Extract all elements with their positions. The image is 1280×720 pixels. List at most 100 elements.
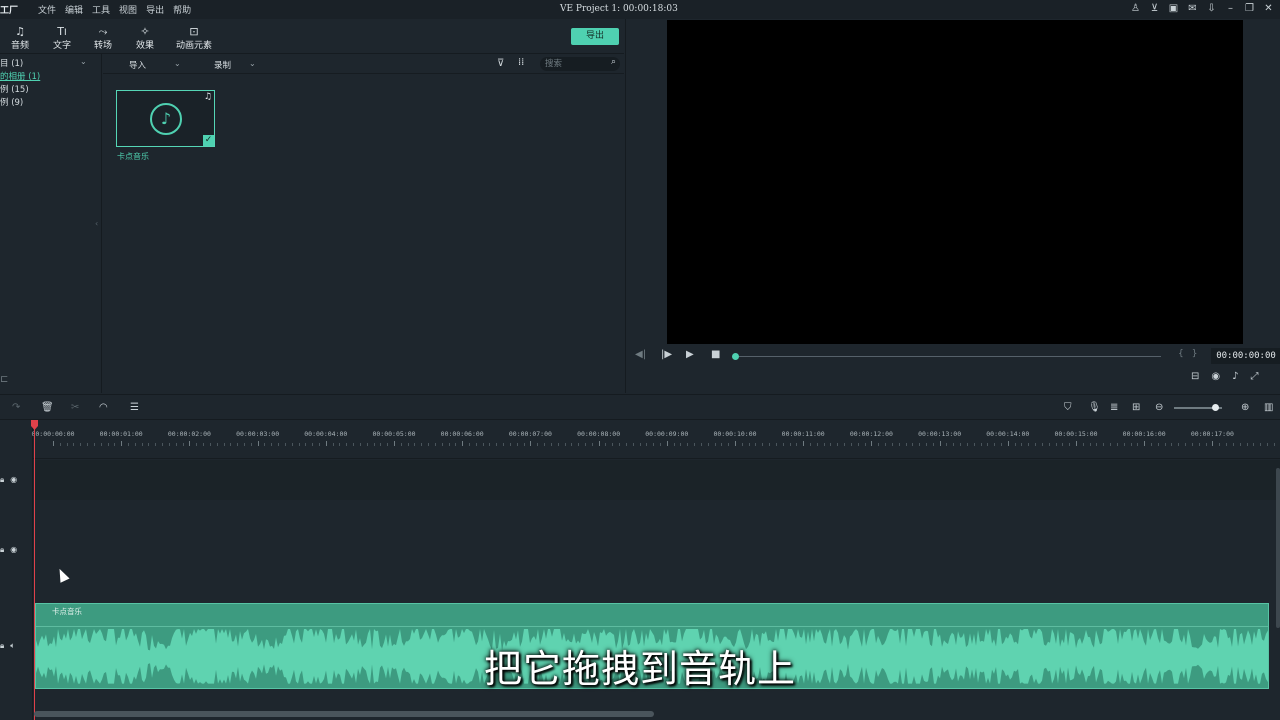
menu-edit[interactable]: 编辑 xyxy=(65,3,83,16)
search-input[interactable] xyxy=(545,58,605,70)
export-button[interactable]: 导出 xyxy=(571,28,619,45)
tree-item-album[interactable]: 的相册 (1) xyxy=(0,70,40,82)
zoom-knob[interactable] xyxy=(1211,404,1219,411)
ruler-minor-tick xyxy=(1137,443,1139,446)
ruler-major-tick xyxy=(462,441,464,446)
library-tree: 目 (1) 的相册 (1) 例 (15) 例 (9) ⌄ ⊏ xyxy=(0,54,102,393)
delete-icon[interactable]: 🗑 xyxy=(41,402,54,413)
ruler-label: 00:00:11:00 xyxy=(781,430,825,438)
mail-icon[interactable]: ✉ xyxy=(1187,2,1198,15)
cut-icon[interactable]: ✂ xyxy=(71,402,79,413)
progress-slider[interactable] xyxy=(736,356,1161,357)
ruler-minor-tick xyxy=(1273,443,1275,446)
ruler-minor-tick xyxy=(1028,443,1030,446)
next-frame-icon[interactable]: |▶ xyxy=(661,349,672,360)
tab-text[interactable]: TI 文字 xyxy=(50,25,74,51)
close-icon[interactable]: ✕ xyxy=(1263,2,1274,15)
fullscreen-icon[interactable]: ⤢ xyxy=(1251,371,1259,382)
folder-add-icon[interactable]: ⊏ xyxy=(0,374,8,385)
speed-icon[interactable]: ◠ xyxy=(99,402,108,413)
chevron-down-icon[interactable]: ⌄ xyxy=(249,59,256,68)
volume-icon[interactable]: ♪ xyxy=(1232,371,1238,382)
save-icon[interactable]: ▣ xyxy=(1168,2,1179,15)
chevron-down-icon[interactable]: ⌄ xyxy=(80,57,87,66)
fit-timeline-icon[interactable]: ⊞ xyxy=(1132,402,1140,413)
ruler-minor-tick xyxy=(1089,443,1091,446)
ruler-minor-tick xyxy=(434,443,436,446)
filter-icon[interactable]: ⊽ xyxy=(497,58,504,69)
menu-export[interactable]: 导出 xyxy=(146,3,164,16)
ruler-minor-tick xyxy=(864,443,866,446)
grid-view-icon[interactable]: ⁞⁞ xyxy=(518,57,524,68)
eye-icon[interactable]: ◉ xyxy=(10,475,17,485)
progress-knob[interactable] xyxy=(732,353,739,360)
ruler-minor-tick xyxy=(728,443,730,446)
microphone-icon[interactable]: 🎙 xyxy=(1088,402,1101,413)
ruler-major-tick xyxy=(394,441,395,446)
ruler-minor-tick xyxy=(810,443,812,446)
ruler-minor-tick xyxy=(564,443,566,446)
record-dropdown[interactable]: 录制 xyxy=(214,59,231,71)
chevron-down-icon[interactable]: ⌄ xyxy=(174,59,181,68)
ruler-minor-tick xyxy=(1000,443,1002,446)
menu-view[interactable]: 视图 xyxy=(119,3,137,16)
menu-help[interactable]: 帮助 xyxy=(173,3,191,16)
tree-item-sample-1[interactable]: 例 (15) xyxy=(0,83,29,95)
video-track-1[interactable] xyxy=(34,460,1280,500)
eye-icon[interactable]: ◉ xyxy=(10,545,17,555)
minimize-icon[interactable]: – xyxy=(1225,2,1236,15)
download-icon[interactable]: ⇩ xyxy=(1206,2,1217,15)
lock-icon[interactable]: 🔒︎ xyxy=(0,545,4,555)
title-bar: 工厂 文件 编辑 工具 视图 导出 帮助 VE Project 1: 00:00… xyxy=(0,0,1280,19)
ruler-label: 00:00:12:00 xyxy=(849,430,893,438)
cart-icon[interactable]: ⊻ xyxy=(1149,2,1160,15)
ruler-minor-tick xyxy=(557,443,559,446)
tab-audio[interactable]: ♫ 音频 xyxy=(8,25,32,51)
lock-icon[interactable]: 🔒︎ xyxy=(0,475,4,485)
tab-transition[interactable]: ⤳ 转场 xyxy=(91,25,115,51)
redo-icon[interactable]: ↷ xyxy=(12,402,20,413)
ruler-minor-tick xyxy=(1041,443,1043,446)
panel-icon[interactable]: ▥ xyxy=(1264,402,1273,413)
timeline-ruler[interactable]: 00:00:00:00 00:00:01:00 00:00:02:00 00:00:0… xyxy=(31,421,1280,459)
ruler-minor-tick xyxy=(243,443,245,446)
mark-in-out-icon[interactable]: {} xyxy=(1178,349,1205,359)
tab-effects[interactable]: ✧ 效果 xyxy=(133,25,157,51)
ruler-minor-tick xyxy=(455,443,457,446)
collapse-handle-icon[interactable]: ‹ xyxy=(95,219,98,228)
zoom-out-icon[interactable]: ⊖ xyxy=(1155,402,1163,413)
vertical-scrollbar[interactable] xyxy=(1276,468,1280,628)
stop-icon[interactable]: ■ xyxy=(711,349,720,360)
ruler-minor-tick xyxy=(168,443,170,446)
ruler-minor-tick xyxy=(284,443,286,446)
media-item-card[interactable]: ♪ ♫ ✓ xyxy=(116,90,215,147)
video-track-2[interactable] xyxy=(34,500,1280,603)
tree-item-sample-2[interactable]: 例 (9) xyxy=(0,96,23,108)
ruler-minor-tick xyxy=(93,443,95,446)
zoom-in-icon[interactable]: ⊕ xyxy=(1241,402,1249,413)
display-settings-icon[interactable]: ⊟ xyxy=(1191,371,1199,382)
search-icon[interactable]: ⌕ xyxy=(611,57,616,67)
menu-tools[interactable]: 工具 xyxy=(92,3,110,16)
menu-file[interactable]: 文件 xyxy=(38,3,56,16)
ruler-minor-tick xyxy=(748,443,750,446)
play-icon[interactable]: ▶ xyxy=(686,349,694,360)
snapshot-icon[interactable]: ◉ xyxy=(1211,371,1220,382)
ruler-minor-tick xyxy=(578,443,580,446)
adjust-icon[interactable]: ☰ xyxy=(130,402,139,413)
marker-icon[interactable]: ⛉ xyxy=(1064,402,1072,413)
prev-frame-icon[interactable]: ◀| xyxy=(635,349,646,360)
tree-item-project[interactable]: 目 (1) xyxy=(0,57,23,69)
user-icon[interactable]: ♙ xyxy=(1130,2,1141,15)
restore-icon[interactable]: ❐ xyxy=(1244,2,1255,15)
ruler-major-tick xyxy=(1212,441,1214,446)
import-dropdown[interactable]: 导入 xyxy=(129,59,146,71)
ruler-major-tick xyxy=(666,441,668,446)
horizontal-scrollbar[interactable] xyxy=(34,711,654,717)
preview-panel: ◀| |▶ ▶ ■ {} 00:00:00:00 ⊟ ◉ ♪ ⤢ xyxy=(625,19,1280,393)
mixer-icon[interactable]: ≣ xyxy=(1110,402,1118,413)
ruler-minor-tick xyxy=(878,443,880,446)
tab-elements[interactable]: ⊡ 动画元素 xyxy=(175,25,213,51)
timeline-toolbar: ↷ 🗑 ✂ ◠ ☰ ⛉ 🎙 ≣ ⊞ ⊖ ⊕ ▥ xyxy=(0,394,1280,420)
ruler-minor-tick xyxy=(373,443,375,446)
